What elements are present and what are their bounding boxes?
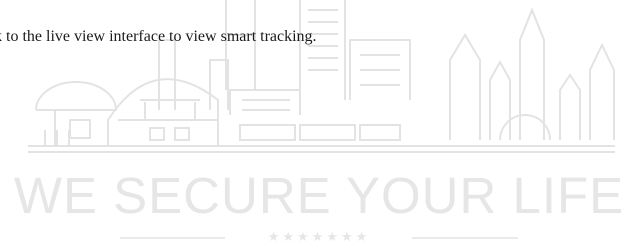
instruction-text: k to the live view interface to view sma… — [0, 28, 317, 45]
star-rating-decoration: ★★★★★★★ — [267, 230, 371, 245]
watermark-slogan: WE SECURE YOUR LIFE — [13, 167, 625, 224]
document-page: WE SECURE YOUR LIFE ★★★★★★★ k to the liv… — [0, 0, 638, 252]
